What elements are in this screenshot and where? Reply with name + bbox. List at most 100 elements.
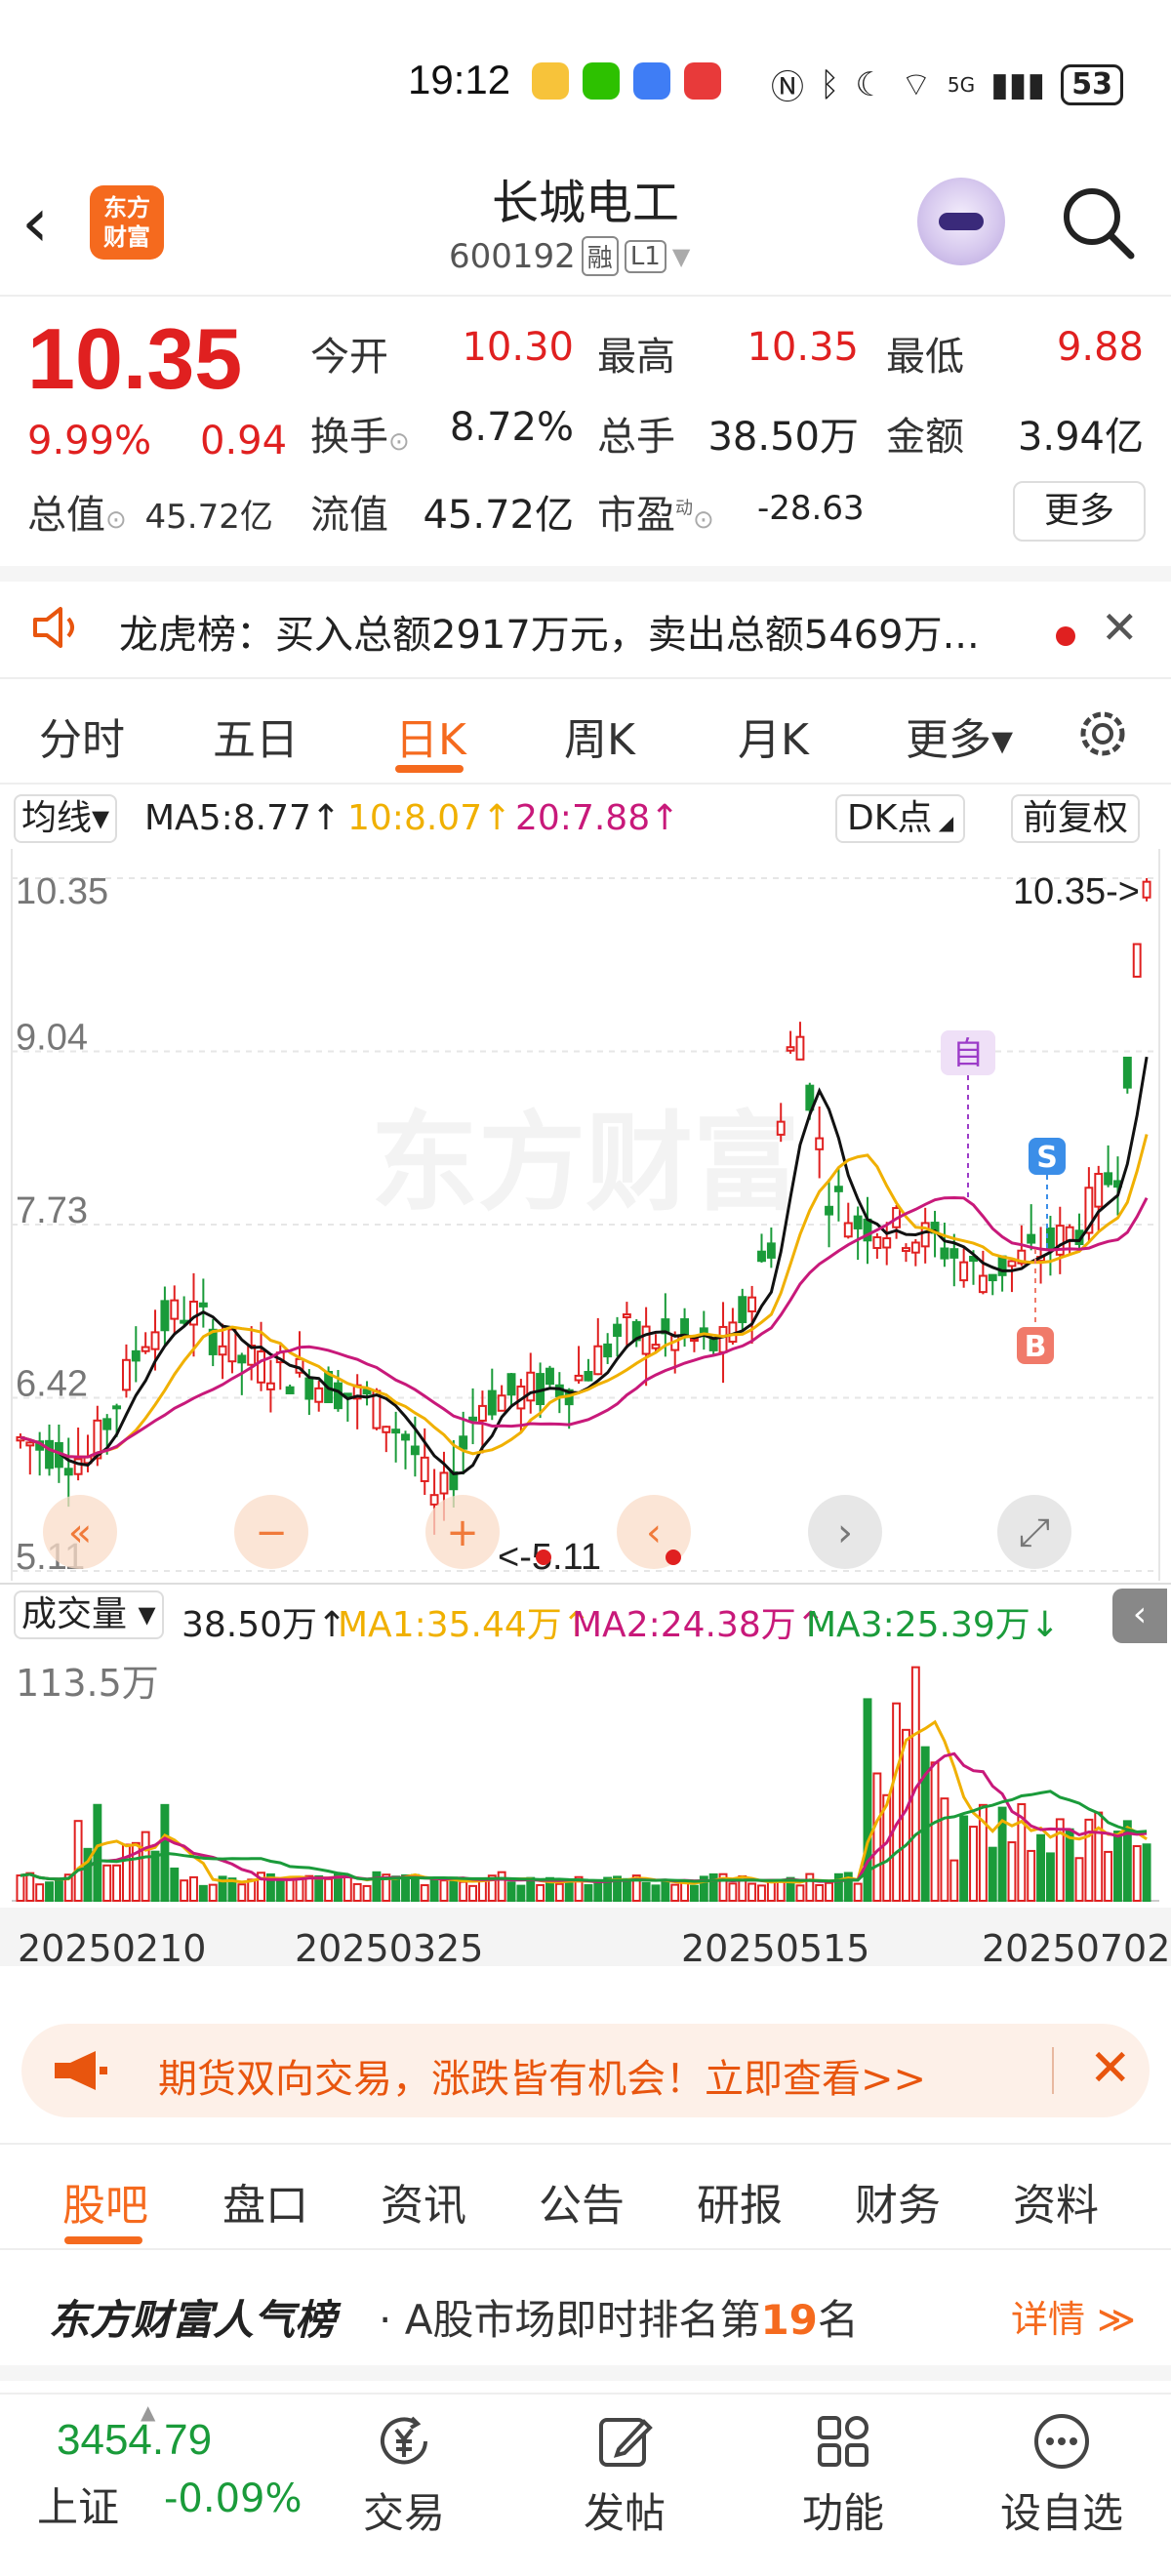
nfc-icon: Ⓝ (771, 68, 804, 107)
nav-add-watchlist[interactable]: 设自选 (993, 2410, 1130, 2540)
volume-bar (959, 1815, 969, 1902)
quote-panel: 10.35 9.99% 0.94 总值⊙ 45.72亿 今开 10.30 最高 … (0, 298, 1171, 561)
tab-monthly-k[interactable]: 月K (738, 704, 809, 767)
search-icon[interactable] (1059, 183, 1137, 262)
turnover-value: 8.72% (449, 405, 574, 450)
candle-body (497, 1394, 506, 1412)
open-label: 今开 (310, 335, 388, 380)
candle-body (1122, 1056, 1132, 1089)
close-icon[interactable]: ✕ (1101, 603, 1139, 652)
vol-ma1-value: MA1:35.44万↑ (338, 1605, 591, 1645)
candle-body (102, 1418, 112, 1430)
low-label: 最低 (886, 335, 964, 380)
candle-body (1104, 1172, 1113, 1186)
candle-body (362, 1389, 372, 1395)
candle-body (227, 1328, 237, 1363)
candle-body (940, 1247, 949, 1260)
candle-body (699, 1327, 708, 1334)
candle-body (1094, 1173, 1104, 1208)
volume-label: 总手 (597, 415, 675, 460)
amount-value: 3.94亿 (1017, 415, 1144, 460)
volume-bar (45, 1881, 54, 1903)
rank-details-link[interactable]: 详情 ≫ (1011, 2289, 1136, 2343)
chart-period-tabs: 分时 五日 日K 周K 月K 更多▾ (0, 677, 1171, 785)
volume-bar (275, 1879, 285, 1902)
futures-ad-banner[interactable]: 期货双向交易，涨跌皆有机会！立即查看>> ✕ (21, 2024, 1150, 2117)
chevron-left-icon[interactable]: ‹ (1112, 1589, 1167, 1643)
chevron-down-icon: ▼ (671, 242, 691, 270)
tab-research[interactable]: 研报 (697, 2170, 783, 2233)
candle-body (257, 1350, 265, 1384)
more-button[interactable]: 更多 (1013, 481, 1146, 542)
change-amount: 0.94 (200, 419, 288, 463)
volume-bar (689, 1884, 699, 1903)
kline-chart[interactable]: 10.359.047.736.425.11东方财富10.35-><-5.11自S… (0, 849, 1171, 1581)
nav-functions[interactable]: 功能 (775, 2410, 911, 2540)
volume-bar (949, 1859, 959, 1902)
tab-daily-k[interactable]: 日K (395, 704, 466, 767)
volume-chart[interactable]: 113.5万 (0, 1645, 1171, 1903)
candle-body (708, 1339, 718, 1351)
candle-body (131, 1349, 141, 1362)
gear-icon[interactable] (1073, 704, 1132, 763)
candle-body (603, 1343, 613, 1358)
tab-announcements[interactable]: 公告 (539, 2170, 625, 2233)
pe-label[interactable]: 市盈动⊙ (597, 483, 714, 540)
candle-body (613, 1323, 622, 1338)
candle-body (285, 1386, 295, 1394)
volume-bar (776, 1879, 786, 1903)
tab-five-day[interactable]: 五日 (213, 704, 299, 767)
stock-code-row[interactable]: 600192 融 L1 ▼ (449, 236, 690, 276)
margin-tag: 融 (581, 236, 619, 276)
tab-more[interactable]: 更多▾ (906, 704, 1013, 767)
ma-dropdown[interactable]: 均线▾ (14, 794, 118, 843)
tab-forum[interactable]: 股吧 (62, 2170, 148, 2233)
candle-body (902, 1247, 910, 1253)
candle-body (526, 1371, 536, 1402)
info-icon: ⊙ (105, 505, 127, 535)
speaker-icon (33, 607, 74, 648)
volume-dropdown[interactable]: 成交量 ▾ (14, 1590, 164, 1639)
vol-ma2-value: MA2:24.38万↑ (572, 1605, 826, 1645)
tab-orderbook[interactable]: 盘口 (222, 2170, 308, 2233)
total-value[interactable]: 总值⊙ 45.72亿 (27, 483, 273, 540)
watermark: 东方财富 (371, 1101, 800, 1226)
volume-bar (362, 1884, 372, 1902)
tab-intraday[interactable]: 分时 (39, 704, 125, 767)
candle-body (997, 1255, 1007, 1276)
marker-buy: B (1025, 1330, 1047, 1364)
adjust-mode-button[interactable]: 前复权 (1011, 794, 1141, 843)
tab-news[interactable]: 资讯 (381, 2170, 466, 2233)
volume-bar (1036, 1833, 1046, 1902)
tab-profile[interactable]: 资料 (1013, 2170, 1099, 2233)
volume-bar (584, 1884, 593, 1902)
candle-body (825, 1205, 833, 1216)
candle-body (439, 1471, 449, 1495)
volume-bar (352, 1882, 362, 1902)
network-label: 5G (947, 72, 976, 97)
nav-post[interactable]: 发帖 (556, 2410, 693, 2540)
volume-bar (208, 1883, 218, 1902)
volume-bar (833, 1872, 843, 1903)
dk-point-button[interactable]: DK点 ◢ (835, 794, 966, 843)
close-icon[interactable]: ✕ (1089, 2041, 1132, 2096)
amount-label: 金额 (886, 415, 964, 460)
edit-icon (599, 2418, 653, 2467)
candle-body (170, 1299, 180, 1320)
tab-weekly-k[interactable]: 周K (564, 704, 635, 767)
candle-body (265, 1382, 275, 1390)
volume-value: 38.50万 (707, 415, 859, 460)
volume-bar (1113, 1831, 1122, 1903)
robot-icon[interactable] (917, 178, 1005, 265)
plus-icon-glyph: + (446, 1510, 479, 1555)
volume-bar (314, 1874, 324, 1903)
volume-bar (825, 1881, 833, 1902)
nav-trade[interactable]: 交易 (336, 2410, 472, 2540)
volume-bar (439, 1879, 449, 1902)
popularity-rank-row[interactable]: 东方财富人气榜 · A股市场即时排名第19名 详情 ≫ (0, 2254, 1171, 2381)
volume-bar (237, 1883, 247, 1903)
float-value-label: 流值 (310, 493, 388, 538)
wifi-icon: ⌔ (900, 65, 932, 104)
tab-financials[interactable]: 财务 (855, 2170, 941, 2233)
dragon-tiger-notice[interactable]: 龙虎榜：买入总额2917万元，卖出总额5469万... ✕ (0, 566, 1171, 673)
